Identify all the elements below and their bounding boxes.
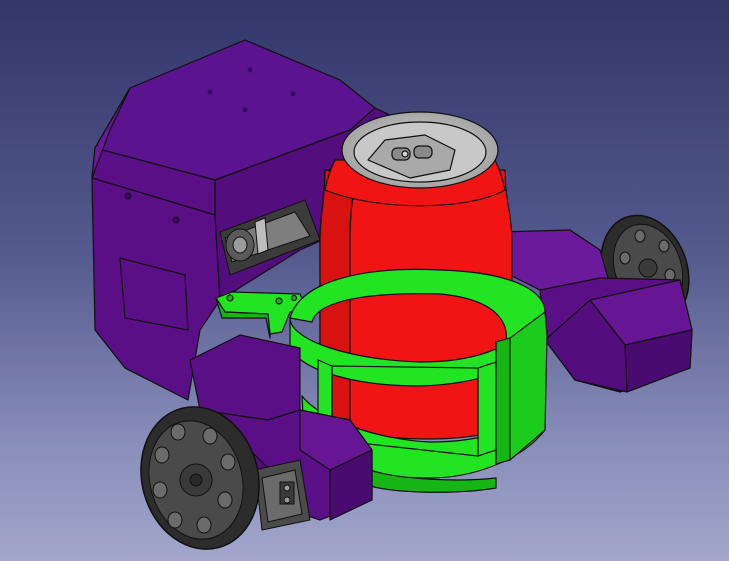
3d-viewport[interactable] [0,0,729,561]
left-servo [254,459,311,531]
robot-can-holder-model[interactable] [0,0,729,561]
